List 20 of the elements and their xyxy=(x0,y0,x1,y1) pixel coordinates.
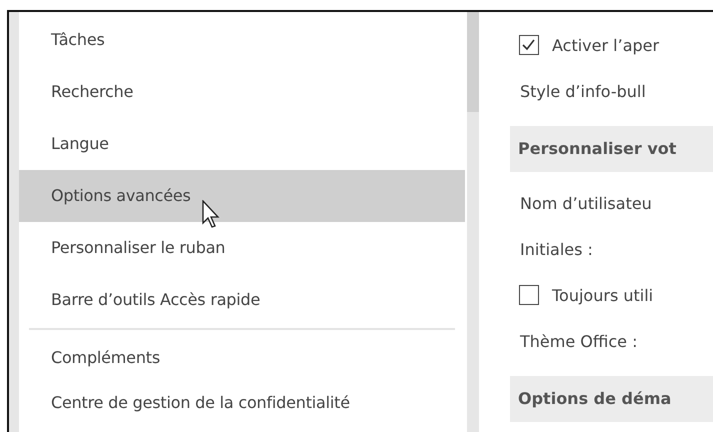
sidebar-item[interactable]: Recherche xyxy=(19,66,465,118)
sidebar-item[interactable]: Options avancées xyxy=(19,170,465,222)
cursor-icon xyxy=(202,200,222,230)
sidebar-item[interactable]: Barre d’outils Accès rapide xyxy=(19,274,465,326)
sidebar-item[interactable]: Personnaliser le ruban xyxy=(19,222,465,274)
sidebar-item[interactable]: Centre de gestion de la confidentialité xyxy=(19,384,465,422)
option-label: Style d’info-bull xyxy=(520,82,646,100)
checked-checkbox[interactable] xyxy=(519,35,539,55)
section-header: Options de déma xyxy=(510,376,713,422)
sidebar-item[interactable]: Langue xyxy=(19,118,465,170)
scrollbar[interactable] xyxy=(467,12,479,432)
section-header: Personnaliser vot xyxy=(510,126,713,172)
option-label: Initiales : xyxy=(520,240,593,258)
option-label: Thème Office : xyxy=(520,332,638,350)
sidebar-item[interactable]: Compléments xyxy=(19,332,465,384)
checkbox-label[interactable]: Toujours utili xyxy=(552,286,654,304)
checkbox[interactable] xyxy=(519,285,539,305)
sidebar-item[interactable]: Tâches xyxy=(19,14,465,66)
option-label: Nom d’utilisateu xyxy=(520,194,652,212)
checkbox-label[interactable]: Activer l’aper xyxy=(552,36,660,54)
